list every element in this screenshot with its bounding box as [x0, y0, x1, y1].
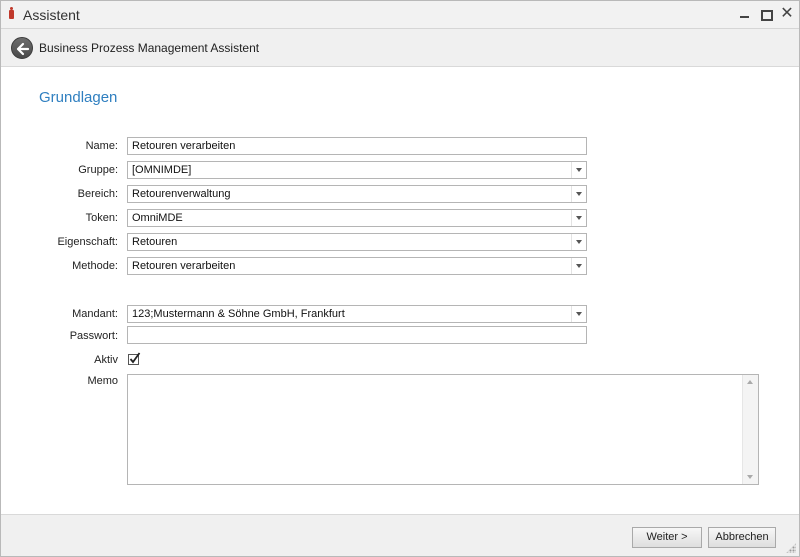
gruppe-value: [OMNIMDE] — [132, 164, 192, 176]
chevron-down-icon[interactable] — [571, 306, 586, 322]
back-button[interactable] — [11, 37, 33, 59]
mandant-select[interactable]: 123;Mustermann & Söhne GmbH, Frankfurt — [127, 305, 587, 323]
maximize-button[interactable] — [758, 6, 774, 22]
back-arrow-icon — [16, 42, 30, 56]
mandant-label: Mandant: — [72, 308, 118, 320]
methode-select[interactable]: Retouren verarbeiten — [127, 257, 587, 275]
name-label: Name: — [85, 140, 118, 152]
wizard-header: Business Prozess Management Assistent — [1, 29, 799, 67]
resize-grip-icon[interactable] — [786, 543, 796, 553]
cancel-button[interactable]: Abbrechen — [708, 527, 776, 548]
bereich-select[interactable]: Retourenverwaltung — [127, 185, 587, 203]
next-button[interactable]: Weiter > — [632, 527, 702, 548]
wizard-title: Business Prozess Management Assistent — [39, 41, 260, 55]
memo-textarea[interactable] — [127, 374, 759, 485]
aktiv-checkbox[interactable] — [128, 352, 141, 365]
section-title: Grundlagen — [39, 89, 118, 106]
eigenschaft-label: Eigenschaft: — [57, 236, 118, 248]
name-input[interactable]: Retouren verarbeiten — [127, 137, 587, 155]
chevron-down-icon[interactable] — [571, 186, 586, 202]
title-bar[interactable]: Assistent ✕ — [1, 1, 799, 29]
memo-label: Memo — [87, 375, 118, 387]
passwort-input[interactable] — [127, 326, 587, 344]
eigenschaft-value: Retouren — [132, 236, 178, 248]
aktiv-label: Aktiv — [94, 354, 118, 366]
mandant-value: 123;Mustermann & Söhne GmbH, Frankfurt — [132, 308, 345, 320]
eigenschaft-select[interactable]: Retouren — [127, 233, 587, 251]
wizard-footer: Weiter > Abbrechen — [1, 514, 799, 556]
token-select[interactable]: OmniMDE — [127, 209, 587, 227]
assistant-window: Assistent ✕ Business Prozess Management … — [0, 0, 800, 557]
bereich-label: Bereich: — [77, 188, 118, 200]
token-label: Token: — [85, 212, 118, 224]
methode-label: Methode: — [72, 260, 118, 272]
checkmark-icon — [128, 352, 141, 365]
chevron-down-icon[interactable] — [571, 234, 586, 250]
chevron-down-icon[interactable] — [571, 258, 586, 274]
bereich-value: Retourenverwaltung — [132, 188, 231, 200]
passwort-label: Passwort: — [69, 330, 118, 342]
gruppe-label: Gruppe: — [78, 164, 118, 176]
memo-scrollbar[interactable] — [742, 375, 758, 484]
scroll-up-icon[interactable] — [747, 380, 753, 384]
gruppe-select[interactable]: [OMNIMDE] — [127, 161, 587, 179]
close-button[interactable]: ✕ — [779, 6, 795, 22]
chevron-down-icon[interactable] — [571, 210, 586, 226]
methode-value: Retouren verarbeiten — [132, 260, 236, 272]
minimize-button[interactable] — [737, 6, 753, 22]
token-value: OmniMDE — [132, 212, 183, 224]
scroll-down-icon[interactable] — [747, 475, 753, 479]
chevron-down-icon[interactable] — [571, 162, 586, 178]
window-title: Assistent — [23, 7, 80, 23]
name-value: Retouren verarbeiten — [132, 140, 236, 152]
app-icon — [9, 7, 14, 19]
